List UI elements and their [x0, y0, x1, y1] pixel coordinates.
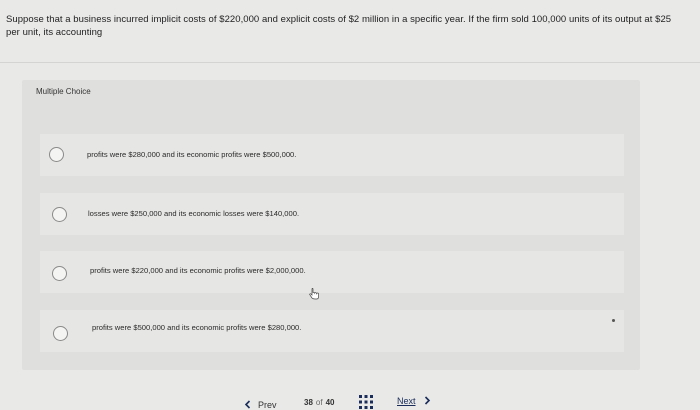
current-page: 38: [304, 398, 313, 407]
choice-option-4[interactable]: profits were $500,000 and its economic p…: [40, 310, 624, 352]
hand-pointer-icon: [309, 288, 319, 300]
navigation-footer: Prev 38 of 40 Next: [0, 388, 700, 410]
choice-option-4-text: profits were $500,000 and its economic p…: [92, 323, 302, 332]
next-button[interactable]: Next: [397, 396, 431, 406]
choice-option-2-text: losses were $250,000 and its economic lo…: [88, 209, 300, 218]
page-indicator: 38 of 40: [304, 398, 334, 407]
choice-option-2[interactable]: losses were $250,000 and its economic lo…: [40, 193, 624, 235]
prev-button[interactable]: Prev: [244, 400, 277, 410]
radio-option-1[interactable]: [49, 147, 64, 162]
total-pages: 40: [325, 398, 335, 407]
chevron-right-icon: [424, 396, 430, 405]
radio-option-2[interactable]: [52, 207, 67, 222]
choice-option-3[interactable]: profits were $220,000 and its economic p…: [40, 251, 624, 293]
prev-label: Prev: [258, 400, 277, 410]
multiple-choice-label: Multiple Choice: [36, 87, 91, 96]
radio-option-3[interactable]: [52, 266, 67, 281]
radio-option-4[interactable]: [53, 326, 68, 341]
choice-option-3-text: profits were $220,000 and its economic p…: [90, 266, 306, 275]
divider: [0, 62, 700, 63]
page-of-label: of: [315, 398, 323, 407]
choice-option-1-text: profits were $280,000 and its economic p…: [87, 150, 297, 159]
stray-dot: [612, 319, 615, 322]
chevron-left-icon: [244, 400, 251, 409]
choice-option-1[interactable]: profits were $280,000 and its economic p…: [40, 134, 624, 176]
next-label: Next: [397, 396, 416, 406]
question-text: Suppose that a business incurred implici…: [6, 14, 672, 38]
grid-icon[interactable]: [359, 395, 373, 409]
